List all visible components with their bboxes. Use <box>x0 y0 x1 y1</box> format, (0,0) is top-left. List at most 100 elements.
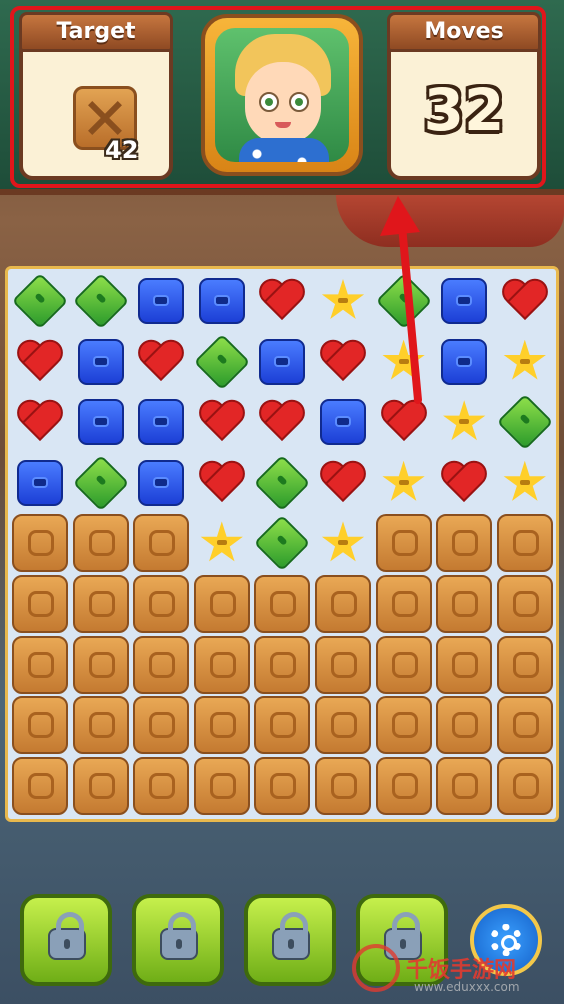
board-tile[interactable] <box>315 515 371 571</box>
board-tile[interactable] <box>497 455 553 511</box>
board-tile[interactable] <box>375 575 432 633</box>
wooden-crate-block <box>436 575 493 633</box>
board-tile[interactable] <box>193 575 250 633</box>
board-tile[interactable] <box>315 635 371 694</box>
board-tile[interactable] <box>315 696 371 755</box>
board-tile[interactable] <box>193 756 250 815</box>
board-tile[interactable] <box>496 696 553 755</box>
board-tile[interactable] <box>12 696 68 755</box>
board-tile[interactable] <box>496 514 553 573</box>
wooden-crate-block <box>133 575 190 633</box>
green-diamond-button <box>11 272 69 330</box>
board-tile[interactable] <box>315 455 371 511</box>
board-tile[interactable] <box>133 334 189 390</box>
board-tile[interactable] <box>315 575 371 633</box>
wooden-crate-block <box>133 756 190 815</box>
board-tile[interactable] <box>72 575 129 633</box>
board-tile[interactable] <box>436 273 492 329</box>
board-tile[interactable] <box>194 394 250 450</box>
board-tile[interactable] <box>496 635 553 694</box>
board-tile[interactable] <box>12 455 68 511</box>
board-tile[interactable] <box>12 635 68 694</box>
board-tile[interactable] <box>315 273 371 329</box>
board-tile[interactable] <box>254 575 311 633</box>
board-tile[interactable] <box>375 696 432 755</box>
booster-slot-2[interactable] <box>132 894 224 986</box>
board-tile[interactable] <box>72 514 129 573</box>
board-tile[interactable] <box>254 334 310 390</box>
board-tile[interactable] <box>194 273 250 329</box>
yellow-star-button <box>503 339 546 380</box>
board-tile[interactable] <box>496 756 553 815</box>
board-tile[interactable] <box>497 273 553 329</box>
board-tile[interactable] <box>12 756 68 815</box>
blue-square-button <box>138 278 185 324</box>
board-tile[interactable] <box>73 334 129 390</box>
board-tile[interactable] <box>194 455 250 511</box>
board-tile[interactable] <box>315 334 371 390</box>
booster-slot-1[interactable] <box>20 894 112 986</box>
board-tile[interactable] <box>133 635 190 694</box>
board-tile[interactable] <box>193 333 251 390</box>
board-tile[interactable] <box>72 696 129 755</box>
wooden-crate-block <box>436 514 493 573</box>
board-tile[interactable] <box>497 334 553 390</box>
wooden-crate-block <box>375 635 432 694</box>
board-tile[interactable] <box>11 272 69 330</box>
board-tile[interactable] <box>436 514 493 573</box>
board-tile[interactable] <box>254 394 310 450</box>
board-tile[interactable] <box>375 272 432 330</box>
board-tile[interactable] <box>73 394 129 450</box>
board-tile[interactable] <box>436 696 493 755</box>
board-tile[interactable] <box>375 756 432 815</box>
board-tile[interactable] <box>254 454 311 512</box>
yellow-star-button <box>321 279 365 320</box>
board-tile[interactable] <box>376 455 432 511</box>
board-tile[interactable] <box>254 515 311 572</box>
board-tile[interactable] <box>436 575 493 633</box>
board-tile[interactable] <box>133 756 190 815</box>
board-tile[interactable] <box>12 575 68 633</box>
green-diamond-button <box>193 333 251 390</box>
board-tile[interactable] <box>315 394 371 450</box>
board-tile[interactable] <box>133 514 190 573</box>
board-tile[interactable] <box>133 394 189 450</box>
red-heart-button <box>380 401 428 443</box>
board-tile[interactable] <box>375 635 432 694</box>
board-tile[interactable] <box>12 334 68 390</box>
board-tile[interactable] <box>12 394 68 450</box>
game-board[interactable] <box>5 266 559 822</box>
board-tile[interactable] <box>254 273 310 329</box>
board-tile[interactable] <box>436 635 493 694</box>
board-tile[interactable] <box>254 696 311 755</box>
board-tile[interactable] <box>436 756 493 815</box>
red-heart-button <box>16 401 64 443</box>
board-tile[interactable] <box>72 272 129 330</box>
board-tile[interactable] <box>133 696 190 755</box>
board-tile[interactable] <box>133 575 190 633</box>
board-tile[interactable] <box>72 635 129 694</box>
board-tile[interactable] <box>12 514 68 573</box>
board-tile[interactable] <box>72 756 129 815</box>
lock-icon <box>48 912 86 960</box>
board-tile[interactable] <box>315 756 371 815</box>
board-tile[interactable] <box>376 334 432 390</box>
board-tile[interactable] <box>193 696 250 755</box>
board-tile[interactable] <box>496 393 554 451</box>
red-heart-button <box>198 462 246 504</box>
board-tile[interactable] <box>194 515 250 571</box>
board-tile[interactable] <box>436 455 492 511</box>
board-tile[interactable] <box>254 756 311 815</box>
board-tile[interactable] <box>193 635 250 694</box>
board-tile[interactable] <box>254 635 311 694</box>
board-tile[interactable] <box>72 454 129 512</box>
board-tile[interactable] <box>496 575 553 633</box>
yellow-star-button <box>443 400 486 441</box>
board-tile[interactable] <box>375 514 432 573</box>
board-tile[interactable] <box>376 394 432 450</box>
board-tile[interactable] <box>133 455 189 511</box>
booster-slot-3[interactable] <box>244 894 336 986</box>
board-tile[interactable] <box>436 334 492 390</box>
board-tile[interactable] <box>436 394 492 450</box>
board-tile[interactable] <box>133 273 189 329</box>
